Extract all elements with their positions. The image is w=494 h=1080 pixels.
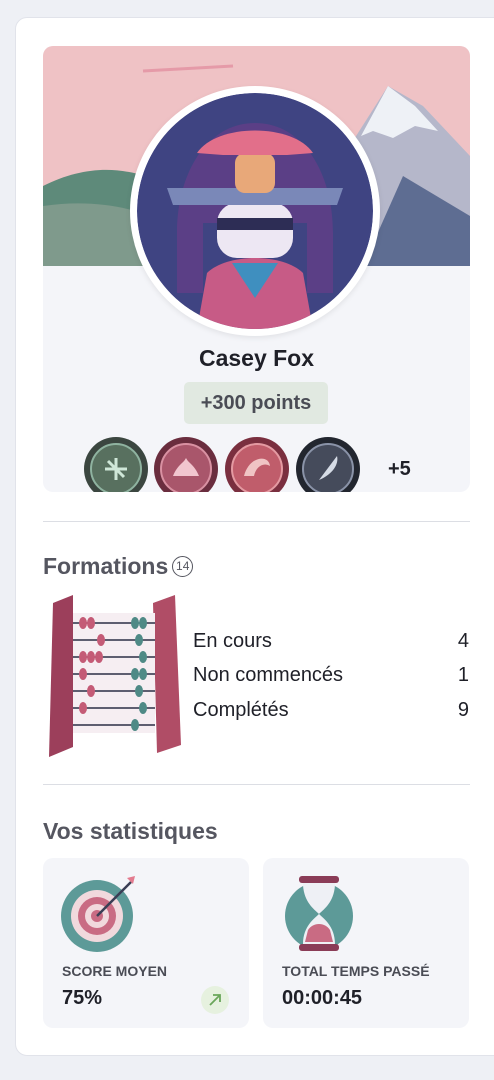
stat-card-time[interactable]: TOTAL TEMPS PASSÉ 00:00:45 <box>263 858 469 1028</box>
badge-list: +5 <box>83 436 443 492</box>
divider <box>43 521 470 522</box>
stat-card-score[interactable]: SCORE MOYEN 75% <box>43 858 249 1028</box>
target-icon <box>61 876 135 952</box>
arrow-up-right-icon <box>209 994 221 1006</box>
time-label: TOTAL TEMPS PASSÉ <box>282 963 430 979</box>
hourglass-icon <box>285 876 353 951</box>
formation-row-value: 1 <box>457 664 469 686</box>
time-value: 00:00:45 <box>282 987 363 1009</box>
formation-row-value: 9 <box>457 699 469 721</box>
formations-title: Formations 14 <box>43 553 194 580</box>
profile-card: Casey Fox +300 points +5 Formations 14 E… <box>15 17 494 1056</box>
formation-row-label: Complétés <box>193 699 289 721</box>
profile-panel: Casey Fox +300 points +5 <box>43 46 470 492</box>
formations-count: 14 <box>172 556 194 577</box>
samurai-avatar-icon <box>137 93 373 329</box>
lotus-badge-icon[interactable] <box>153 436 219 492</box>
feather-badge-icon[interactable] <box>295 436 361 492</box>
user-name: Casey Fox <box>198 345 315 371</box>
formation-row-label: En cours <box>193 630 272 652</box>
divider <box>43 784 470 785</box>
trend-up-button[interactable] <box>201 986 229 1014</box>
score-value: 75% <box>62 987 103 1009</box>
stats-title: Vos statistiques <box>43 818 218 844</box>
abacus-icon <box>49 595 181 757</box>
formation-row-value: 4 <box>457 630 469 652</box>
dragon-badge-icon[interactable] <box>224 436 290 492</box>
score-label: SCORE MOYEN <box>62 963 168 979</box>
points-badge: +300 points <box>184 382 328 424</box>
avatar[interactable] <box>130 86 380 336</box>
formation-row-label: Non commencés <box>193 664 344 686</box>
more-badges-count[interactable]: +5 <box>388 458 411 481</box>
formations-title-label: Formations <box>43 553 169 579</box>
shuriken-badge-icon[interactable] <box>83 436 149 492</box>
